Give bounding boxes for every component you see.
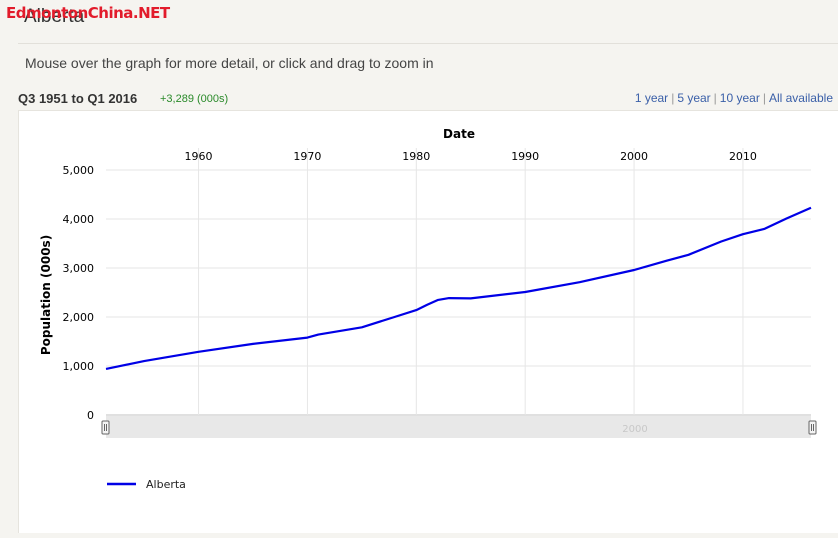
population-chart[interactable]: Date Population (000s) 1960 1970 1980 1990 2… <box>19 111 838 533</box>
period-10-year[interactable]: 10 year <box>720 91 760 105</box>
x-tick-label: 1960 <box>185 150 213 163</box>
x-tick-label: 1970 <box>293 150 321 163</box>
period-5-year[interactable]: 5 year <box>677 91 710 105</box>
y-tick-label: 5,000 <box>63 164 95 177</box>
navigator-label: 2000 <box>622 424 647 435</box>
period-1-year[interactable]: 1 year <box>635 91 668 105</box>
separator: | <box>762 91 766 105</box>
y-tick-label: 4,000 <box>63 213 95 226</box>
y-tick-label: 2,000 <box>63 311 95 324</box>
y-tick-label: 0 <box>87 409 94 422</box>
date-range-label: Q3 1951 to Q1 2016 <box>18 91 138 106</box>
x-tick-label: 1990 <box>511 150 539 163</box>
legend-label-alberta: Alberta <box>146 478 186 491</box>
y-axis-title: Population (000s) <box>39 235 53 355</box>
navigator-track[interactable] <box>106 416 811 438</box>
navigator-handle-right[interactable] <box>808 420 817 435</box>
x-tick-labels: 1960 1970 1980 1990 2000 2010 <box>185 150 757 163</box>
x-tick-label: 2000 <box>620 150 648 163</box>
separator: | <box>671 91 675 105</box>
separator: | <box>713 91 717 105</box>
navigator-handle-left[interactable] <box>101 420 110 435</box>
y-tick-labels: 0 1,000 2,000 3,000 4,000 5,000 <box>63 164 95 422</box>
heading-divider <box>18 43 838 44</box>
x-axis-title: Date <box>443 127 475 141</box>
chart-instructions: Mouse over the graph for more detail, or… <box>25 55 434 71</box>
y-gridlines <box>106 169 811 416</box>
chart-panel[interactable]: Date Population (000s) 1960 1970 1980 1990 2… <box>18 110 838 533</box>
period-selector: 1 year | 5 year | 10 year | All available <box>635 91 833 105</box>
x-tick-label: 1980 <box>402 150 430 163</box>
legend[interactable]: Alberta <box>107 478 186 491</box>
period-all-available[interactable]: All available <box>769 91 833 105</box>
series-line-alberta[interactable] <box>105 206 812 370</box>
y-tick-label: 3,000 <box>63 262 95 275</box>
y-tick-label: 1,000 <box>63 360 95 373</box>
range-row: Q3 1951 to Q1 2016 +3,289 (000s) 1 year |… <box>18 90 838 108</box>
x-tick-label: 2010 <box>729 150 757 163</box>
x-gridlines <box>198 148 744 415</box>
watermark-logo: EdmontonChina.NET <box>6 4 170 22</box>
population-change: +3,289 (000s) <box>160 93 229 105</box>
